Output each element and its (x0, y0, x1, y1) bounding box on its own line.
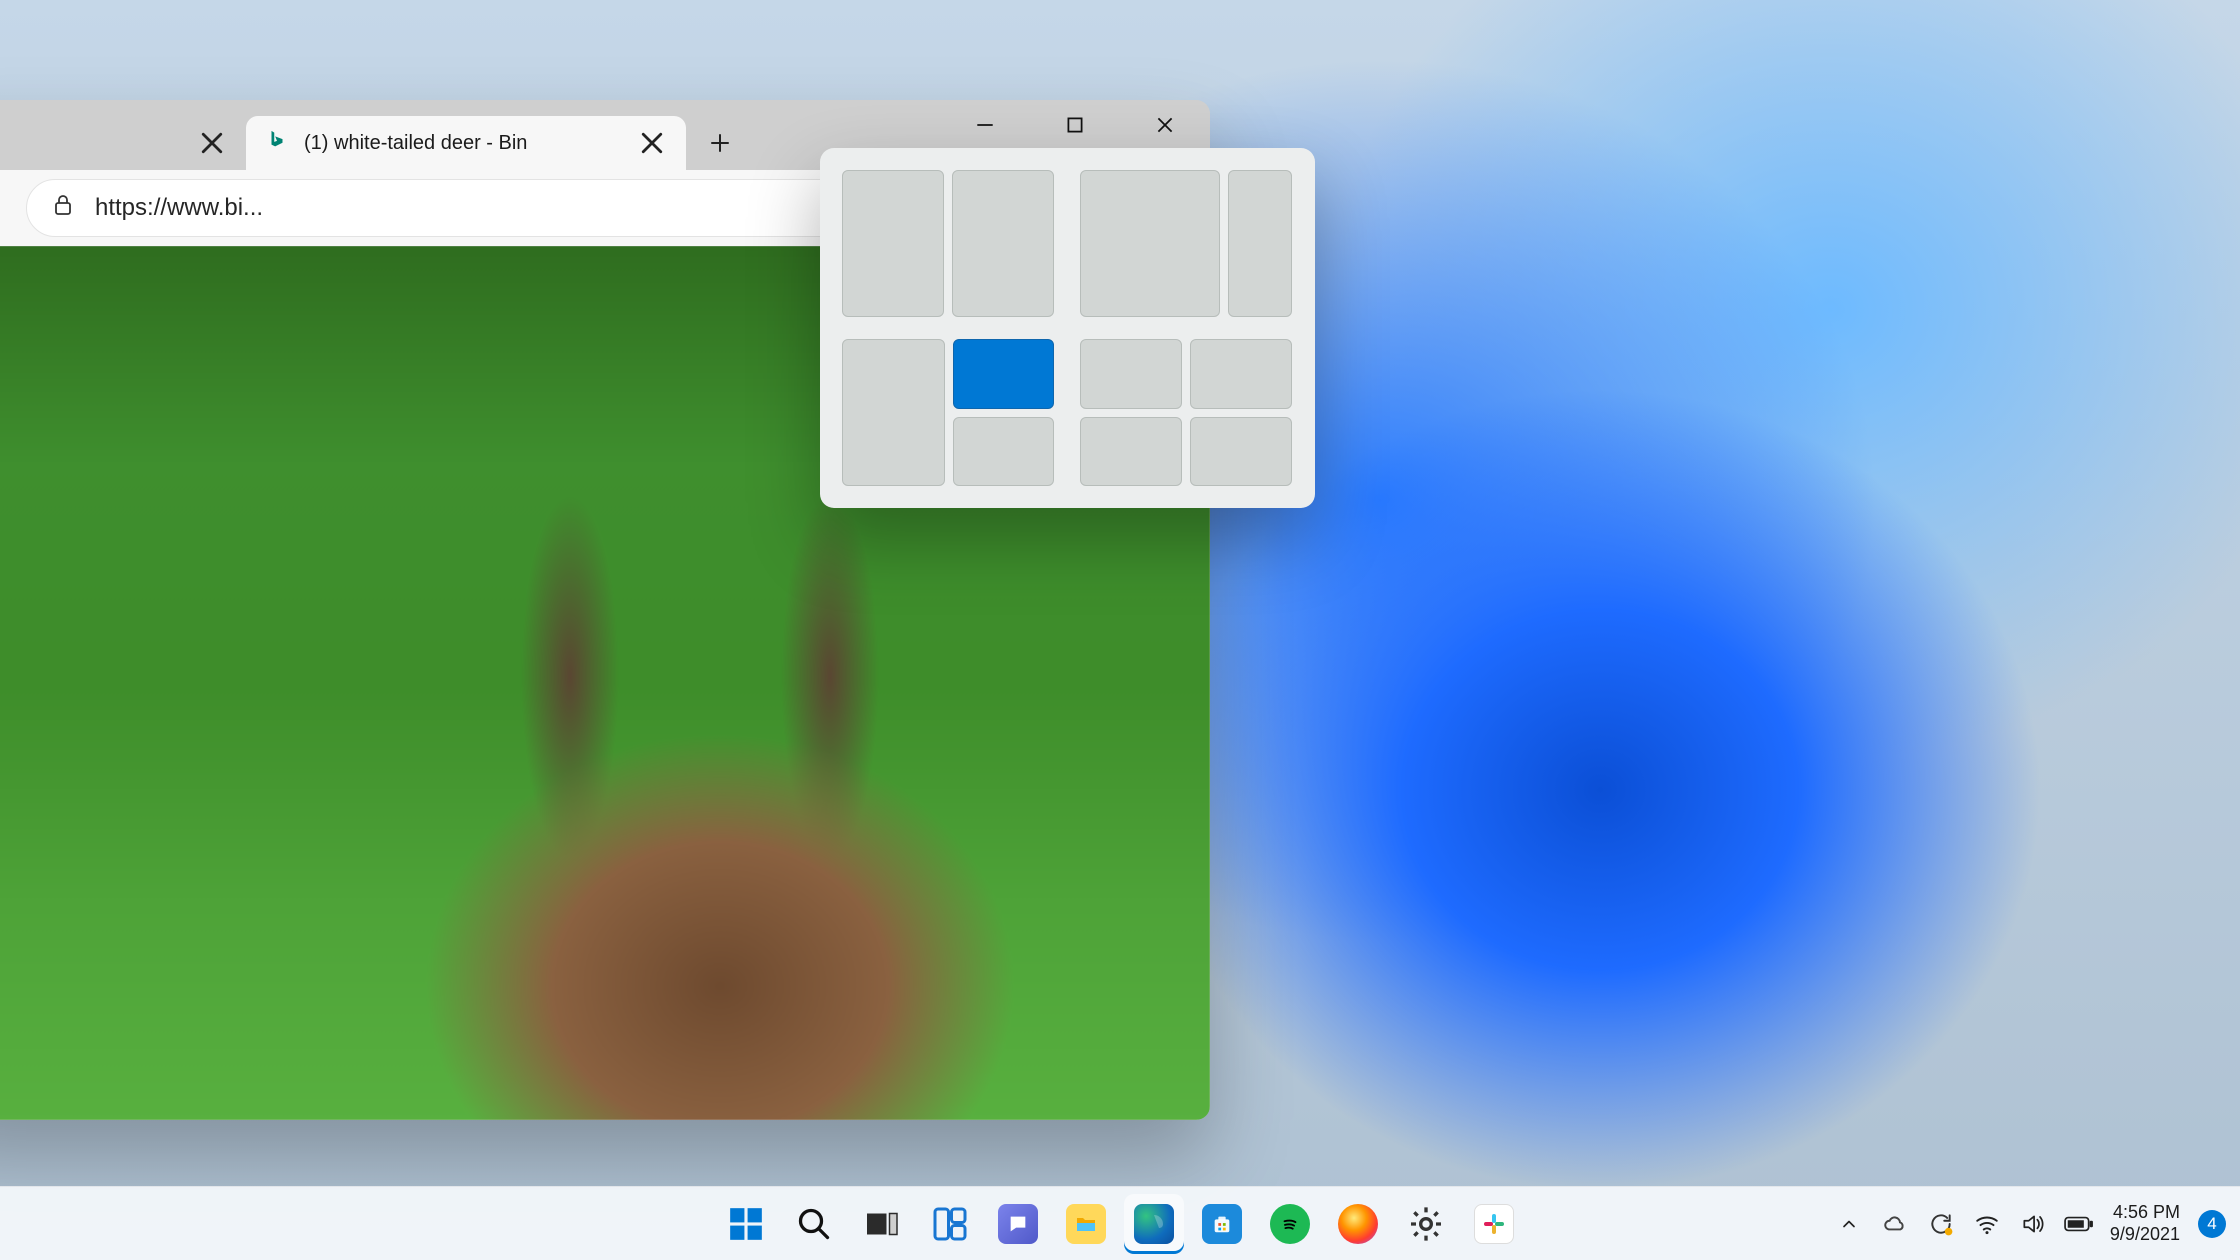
tray-overflow-icon[interactable] (1828, 1198, 1870, 1250)
taskbar: 4:56 PM 9/9/2021 4 (0, 1186, 2240, 1260)
snap-zone-selected[interactable] (953, 339, 1054, 409)
snap-zone[interactable] (1080, 417, 1182, 487)
edge-button[interactable] (1124, 1194, 1184, 1254)
taskbar-date: 9/9/2021 (2110, 1224, 2180, 1246)
slack-button[interactable] (1464, 1194, 1524, 1254)
window-controls (940, 100, 1210, 150)
onedrive-tray-icon[interactable] (1874, 1198, 1916, 1250)
spotify-button[interactable] (1260, 1194, 1320, 1254)
snap-zone[interactable] (953, 417, 1054, 487)
task-view-button[interactable] (852, 1194, 912, 1254)
close-window-button[interactable] (1120, 100, 1210, 150)
search-button[interactable] (784, 1194, 844, 1254)
site-info-lock-icon[interactable] (51, 193, 75, 224)
wifi-tray-icon[interactable] (1966, 1198, 2008, 1250)
close-tab-icon[interactable] (198, 129, 226, 157)
snap-layout-left-plus-stack[interactable] (842, 339, 1054, 486)
address-url: https://www.bi... (95, 194, 931, 222)
taskbar-clock[interactable]: 4:56 PM 9/9/2021 (2104, 1202, 2186, 1245)
firefox-button[interactable] (1328, 1194, 1388, 1254)
browser-tab[interactable]: tab (0, 116, 246, 170)
snap-zone[interactable] (842, 339, 945, 486)
microsoft-store-button[interactable] (1192, 1194, 1252, 1254)
snap-zone[interactable] (1080, 339, 1182, 409)
file-explorer-button[interactable] (1056, 1194, 1116, 1254)
chat-button[interactable] (988, 1194, 1048, 1254)
widgets-button[interactable] (920, 1194, 980, 1254)
snap-layout-split-half[interactable] (842, 170, 1054, 317)
snap-layout-split-7030[interactable] (1080, 170, 1292, 317)
maximize-button[interactable] (1030, 100, 1120, 150)
snap-zone[interactable] (1080, 170, 1220, 317)
settings-button[interactable] (1396, 1194, 1456, 1254)
bing-favicon (266, 129, 288, 157)
browser-tab-active[interactable]: (1) white-tailed deer - Bin (246, 116, 686, 170)
start-button[interactable] (716, 1194, 776, 1254)
windows-update-tray-icon[interactable] (1920, 1198, 1962, 1250)
snap-zone[interactable] (842, 170, 944, 317)
taskbar-time: 4:56 PM (2110, 1202, 2180, 1224)
minimize-button[interactable] (940, 100, 1030, 150)
snap-zone[interactable] (1228, 170, 1293, 317)
snap-zone[interactable] (952, 170, 1054, 317)
notification-count: 4 (2207, 1214, 2216, 1234)
tab-title: (1) white-tailed deer - Bin (304, 132, 622, 155)
close-tab-icon[interactable] (638, 129, 666, 157)
notification-center-badge[interactable]: 4 (2198, 1210, 2226, 1238)
refresh-button[interactable] (0, 182, 12, 234)
snap-zone[interactable] (1190, 417, 1292, 487)
snap-zone[interactable] (1190, 339, 1292, 409)
snap-layout-quad[interactable] (1080, 339, 1292, 486)
new-tab-button[interactable] (692, 116, 748, 170)
battery-tray-icon[interactable] (2058, 1198, 2100, 1250)
snap-layouts-flyout (820, 148, 1315, 508)
volume-tray-icon[interactable] (2012, 1198, 2054, 1250)
